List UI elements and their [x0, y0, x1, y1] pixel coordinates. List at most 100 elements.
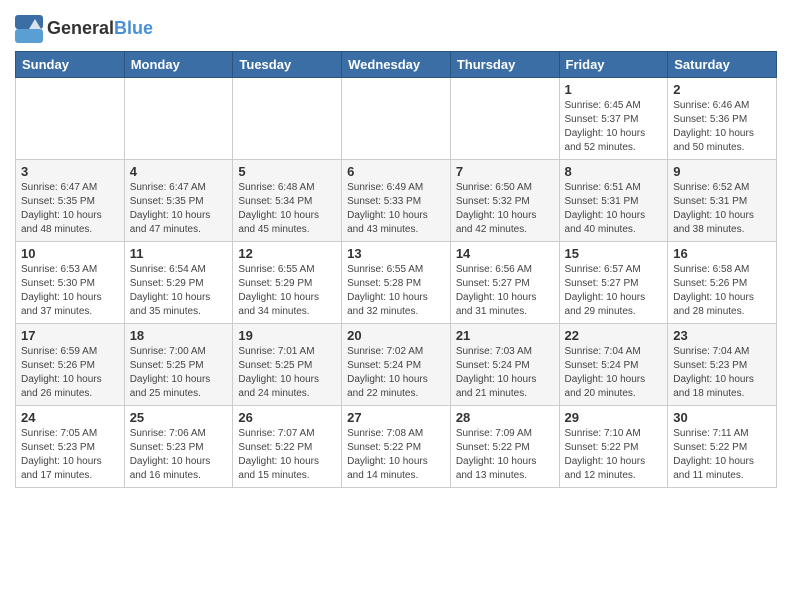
calendar-cell: 2Sunrise: 6:46 AMSunset: 5:36 PMDaylight…	[668, 78, 777, 160]
calendar-cell	[124, 78, 233, 160]
calendar-table: SundayMondayTuesdayWednesdayThursdayFrid…	[15, 51, 777, 488]
calendar-week-row: 24Sunrise: 7:05 AMSunset: 5:23 PMDayligh…	[16, 406, 777, 488]
day-info: Sunrise: 7:04 AMSunset: 5:23 PMDaylight:…	[673, 345, 771, 401]
logo-line1: GeneralBlue	[47, 19, 153, 39]
day-info: Sunrise: 7:04 AMSunset: 5:24 PMDaylight:…	[565, 345, 663, 401]
day-info: Sunrise: 7:02 AMSunset: 5:24 PMDaylight:…	[347, 345, 445, 401]
day-info: Sunrise: 6:56 AMSunset: 5:27 PMDaylight:…	[456, 263, 554, 319]
calendar-cell: 19 Sunrise: 7:01 AMSunset: 5:25 PMDayligh…	[233, 324, 342, 406]
calendar-cell: 1 Sunrise: 6:45 AMSunset: 5:37 PMDaylight…	[559, 78, 668, 160]
day-info: Sunrise: 7:06 AMSunset: 5:23 PMDaylight:…	[130, 427, 228, 483]
day-number: 29	[565, 410, 663, 425]
day-info: Sunrise: 6:49 AMSunset: 5:33 PMDaylight:…	[347, 181, 445, 237]
weekday-header-friday: Friday	[559, 52, 668, 78]
calendar-cell: 22 Sunrise: 7:04 AMSunset: 5:24 PMDayligh…	[559, 324, 668, 406]
calendar-cell: 30Sunrise: 7:11 AMSunset: 5:22 PMDayligh…	[668, 406, 777, 488]
day-number: 3	[21, 164, 119, 179]
calendar-week-row: 17Sunrise: 6:59 AMSunset: 5:26 PMDayligh…	[16, 324, 777, 406]
logo: GeneralBlue	[15, 15, 153, 43]
day-info: Sunrise: 7:00 AMSunset: 5:25 PMDaylight:…	[130, 345, 228, 401]
day-number: 4	[130, 164, 228, 179]
calendar-cell: 11 Sunrise: 6:54 AMSunset: 5:29 PMDayligh…	[124, 242, 233, 324]
calendar-cell: 29 Sunrise: 7:10 AMSunset: 5:22 PMDayligh…	[559, 406, 668, 488]
calendar-cell: 8 Sunrise: 6:51 AMSunset: 5:31 PMDaylight…	[559, 160, 668, 242]
calendar-week-row: 1 Sunrise: 6:45 AMSunset: 5:37 PMDaylight…	[16, 78, 777, 160]
day-number: 26	[238, 410, 336, 425]
day-number: 12	[238, 246, 336, 261]
day-info: Sunrise: 6:54 AMSunset: 5:29 PMDaylight:…	[130, 263, 228, 319]
calendar-cell: 27 Sunrise: 7:08 AMSunset: 5:22 PMDayligh…	[342, 406, 451, 488]
day-number: 24	[21, 410, 119, 425]
logo-text: GeneralBlue	[47, 19, 153, 39]
weekday-header-thursday: Thursday	[450, 52, 559, 78]
day-info: Sunrise: 6:53 AMSunset: 5:30 PMDaylight:…	[21, 263, 119, 319]
calendar-cell: 21Sunrise: 7:03 AMSunset: 5:24 PMDayligh…	[450, 324, 559, 406]
day-number: 14	[456, 246, 554, 261]
header: GeneralBlue	[15, 10, 777, 43]
day-info: Sunrise: 6:48 AMSunset: 5:34 PMDaylight:…	[238, 181, 336, 237]
day-info: Sunrise: 7:03 AMSunset: 5:24 PMDaylight:…	[456, 345, 554, 401]
calendar-cell: 26 Sunrise: 7:07 AMSunset: 5:22 PMDayligh…	[233, 406, 342, 488]
day-info: Sunrise: 6:55 AMSunset: 5:29 PMDaylight:…	[238, 263, 336, 319]
calendar-cell: 12 Sunrise: 6:55 AMSunset: 5:29 PMDayligh…	[233, 242, 342, 324]
day-number: 15	[565, 246, 663, 261]
calendar-week-row: 10 Sunrise: 6:53 AMSunset: 5:30 PMDayligh…	[16, 242, 777, 324]
day-number: 6	[347, 164, 445, 179]
day-info: Sunrise: 7:11 AMSunset: 5:22 PMDaylight:…	[673, 427, 771, 483]
day-number: 19	[238, 328, 336, 343]
day-number: 11	[130, 246, 228, 261]
day-number: 22	[565, 328, 663, 343]
calendar-cell: 24Sunrise: 7:05 AMSunset: 5:23 PMDayligh…	[16, 406, 125, 488]
day-info: Sunrise: 7:07 AMSunset: 5:22 PMDaylight:…	[238, 427, 336, 483]
day-number: 27	[347, 410, 445, 425]
calendar-cell: 14 Sunrise: 6:56 AMSunset: 5:27 PMDayligh…	[450, 242, 559, 324]
day-number: 8	[565, 164, 663, 179]
calendar-cell: 3 Sunrise: 6:47 AMSunset: 5:35 PMDaylight…	[16, 160, 125, 242]
day-info: Sunrise: 7:08 AMSunset: 5:22 PMDaylight:…	[347, 427, 445, 483]
day-info: Sunrise: 6:57 AMSunset: 5:27 PMDaylight:…	[565, 263, 663, 319]
day-info: Sunrise: 6:50 AMSunset: 5:32 PMDaylight:…	[456, 181, 554, 237]
calendar-cell: 9 Sunrise: 6:52 AMSunset: 5:31 PMDaylight…	[668, 160, 777, 242]
day-number: 16	[673, 246, 771, 261]
weekday-header-monday: Monday	[124, 52, 233, 78]
calendar-cell	[342, 78, 451, 160]
day-number: 5	[238, 164, 336, 179]
calendar-cell	[233, 78, 342, 160]
day-number: 13	[347, 246, 445, 261]
calendar-body: 1 Sunrise: 6:45 AMSunset: 5:37 PMDaylight…	[16, 78, 777, 488]
weekday-header-saturday: Saturday	[668, 52, 777, 78]
calendar-cell: 20 Sunrise: 7:02 AMSunset: 5:24 PMDayligh…	[342, 324, 451, 406]
day-info: Sunrise: 6:58 AMSunset: 5:26 PMDaylight:…	[673, 263, 771, 319]
day-info: Sunrise: 6:47 AMSunset: 5:35 PMDaylight:…	[21, 181, 119, 237]
calendar-cell	[450, 78, 559, 160]
calendar-cell: 16 Sunrise: 6:58 AMSunset: 5:26 PMDayligh…	[668, 242, 777, 324]
day-number: 10	[21, 246, 119, 261]
day-number: 25	[130, 410, 228, 425]
day-number: 9	[673, 164, 771, 179]
day-info: Sunrise: 6:55 AMSunset: 5:28 PMDaylight:…	[347, 263, 445, 319]
logo-icon	[15, 15, 43, 43]
calendar-cell: 13 Sunrise: 6:55 AMSunset: 5:28 PMDayligh…	[342, 242, 451, 324]
calendar-cell	[16, 78, 125, 160]
day-number: 20	[347, 328, 445, 343]
calendar-cell: 17Sunrise: 6:59 AMSunset: 5:26 PMDayligh…	[16, 324, 125, 406]
day-info: Sunrise: 6:45 AMSunset: 5:37 PMDaylight:…	[565, 99, 663, 155]
day-info: Sunrise: 7:01 AMSunset: 5:25 PMDaylight:…	[238, 345, 336, 401]
weekday-header-sunday: Sunday	[16, 52, 125, 78]
day-number: 2	[673, 82, 771, 97]
day-info: Sunrise: 7:10 AMSunset: 5:22 PMDaylight:…	[565, 427, 663, 483]
calendar-week-row: 3 Sunrise: 6:47 AMSunset: 5:35 PMDaylight…	[16, 160, 777, 242]
day-number: 18	[130, 328, 228, 343]
day-number: 7	[456, 164, 554, 179]
day-info: Sunrise: 6:52 AMSunset: 5:31 PMDaylight:…	[673, 181, 771, 237]
calendar-cell: 18 Sunrise: 7:00 AMSunset: 5:25 PMDayligh…	[124, 324, 233, 406]
day-info: Sunrise: 7:09 AMSunset: 5:22 PMDaylight:…	[456, 427, 554, 483]
weekday-header-tuesday: Tuesday	[233, 52, 342, 78]
calendar-cell: 28Sunrise: 7:09 AMSunset: 5:22 PMDayligh…	[450, 406, 559, 488]
day-info: Sunrise: 6:51 AMSunset: 5:31 PMDaylight:…	[565, 181, 663, 237]
calendar-cell: 6 Sunrise: 6:49 AMSunset: 5:33 PMDaylight…	[342, 160, 451, 242]
weekday-header-wednesday: Wednesday	[342, 52, 451, 78]
day-info: Sunrise: 6:47 AMSunset: 5:35 PMDaylight:…	[130, 181, 228, 237]
day-number: 1	[565, 82, 663, 97]
calendar-cell: 23Sunrise: 7:04 AMSunset: 5:23 PMDayligh…	[668, 324, 777, 406]
